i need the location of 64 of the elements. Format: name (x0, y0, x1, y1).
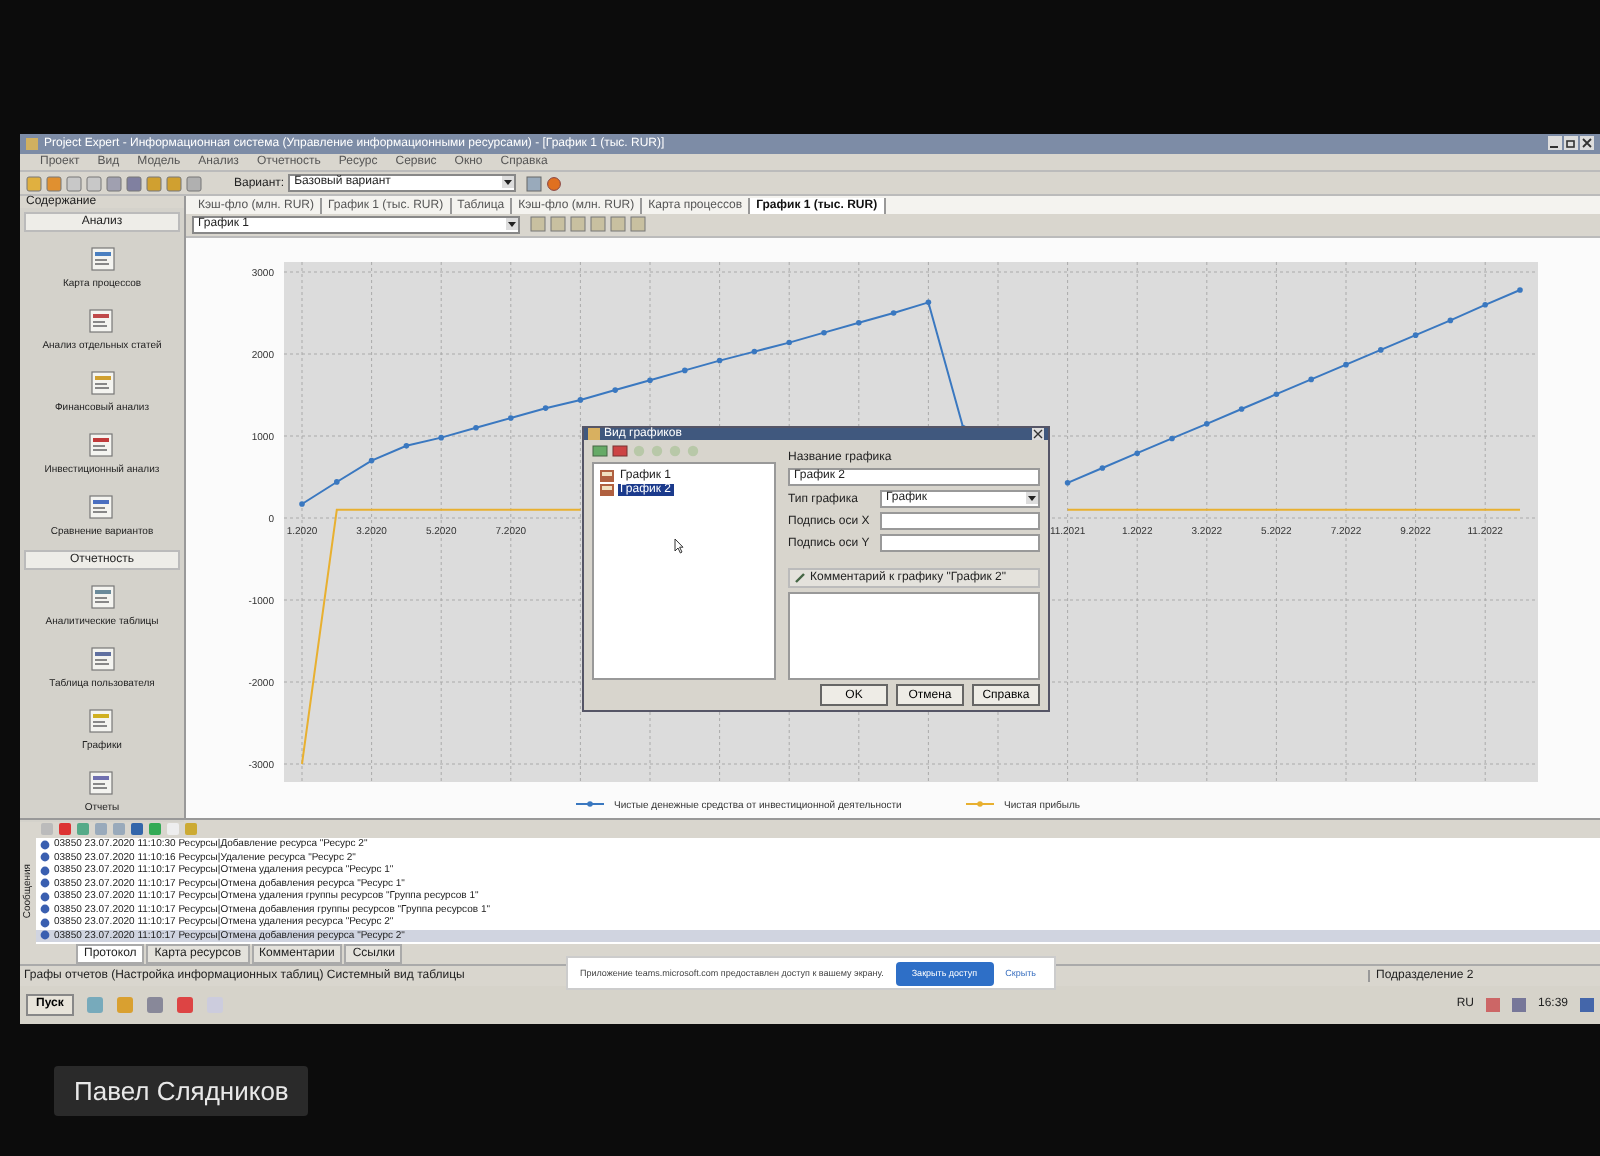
data-point (612, 387, 618, 393)
delete-icon[interactable] (612, 444, 628, 459)
data-point (682, 367, 688, 374)
report-icon[interactable] (88, 708, 115, 735)
pencil-icon (794, 572, 806, 585)
data-point (1099, 465, 1106, 471)
data-point (856, 320, 862, 326)
data-point (1447, 317, 1454, 324)
data-point (1412, 332, 1419, 338)
report-icon[interactable] (89, 646, 115, 673)
minimize-icon[interactable] (1548, 136, 1562, 151)
legend-marker (575, 801, 605, 807)
report-icon[interactable] (89, 246, 115, 273)
mouse-cursor-icon (674, 538, 684, 555)
report-icon[interactable] (88, 432, 115, 459)
desktop-icon[interactable] (1580, 997, 1594, 1012)
data-point (1169, 435, 1175, 442)
data-point (1273, 391, 1280, 397)
close-icon[interactable] (1580, 136, 1594, 151)
data-point (368, 457, 375, 464)
record-icon[interactable] (546, 175, 563, 192)
data-point (1517, 287, 1523, 293)
data-point (821, 329, 827, 336)
data-point (925, 299, 932, 306)
data-point (1308, 376, 1314, 383)
legend-marker (965, 801, 995, 807)
data-point (647, 377, 653, 384)
caret-icon (1026, 492, 1038, 505)
report-icon[interactable] (89, 370, 115, 397)
toolbar-icon[interactable] (526, 175, 543, 192)
input-field[interactable] (880, 534, 1040, 553)
data-point (1238, 406, 1245, 412)
data-point (890, 310, 897, 316)
caret-icon (502, 176, 515, 189)
input-field[interactable] (880, 512, 1040, 531)
report-icon[interactable] (89, 584, 115, 611)
data-point (403, 443, 410, 449)
data-point (1343, 361, 1349, 368)
data-point (508, 415, 514, 421)
data-point (1064, 479, 1071, 486)
data-point (786, 339, 792, 346)
caret-icon (506, 217, 518, 230)
data-point (473, 425, 479, 431)
data-point (751, 348, 758, 355)
report-icon[interactable] (88, 494, 115, 521)
restore-icon[interactable] (1564, 136, 1578, 151)
data-point (438, 434, 444, 441)
add-icon[interactable] (592, 444, 608, 459)
data-point (542, 405, 549, 411)
data-point (716, 357, 723, 364)
data-point (299, 501, 305, 507)
data-point (577, 397, 584, 403)
data-point (1378, 347, 1384, 353)
close-icon[interactable] (1032, 428, 1044, 441)
comment-field[interactable] (788, 592, 1040, 681)
report-icon[interactable] (88, 770, 115, 797)
data-point (334, 479, 340, 485)
data-point (1482, 302, 1488, 308)
app-icon (26, 137, 38, 150)
participant-name: Павел Слядников (54, 1066, 309, 1116)
app-icon (588, 428, 600, 441)
data-point (1134, 450, 1140, 457)
data-point (1204, 420, 1210, 427)
report-icon[interactable] (88, 308, 115, 335)
